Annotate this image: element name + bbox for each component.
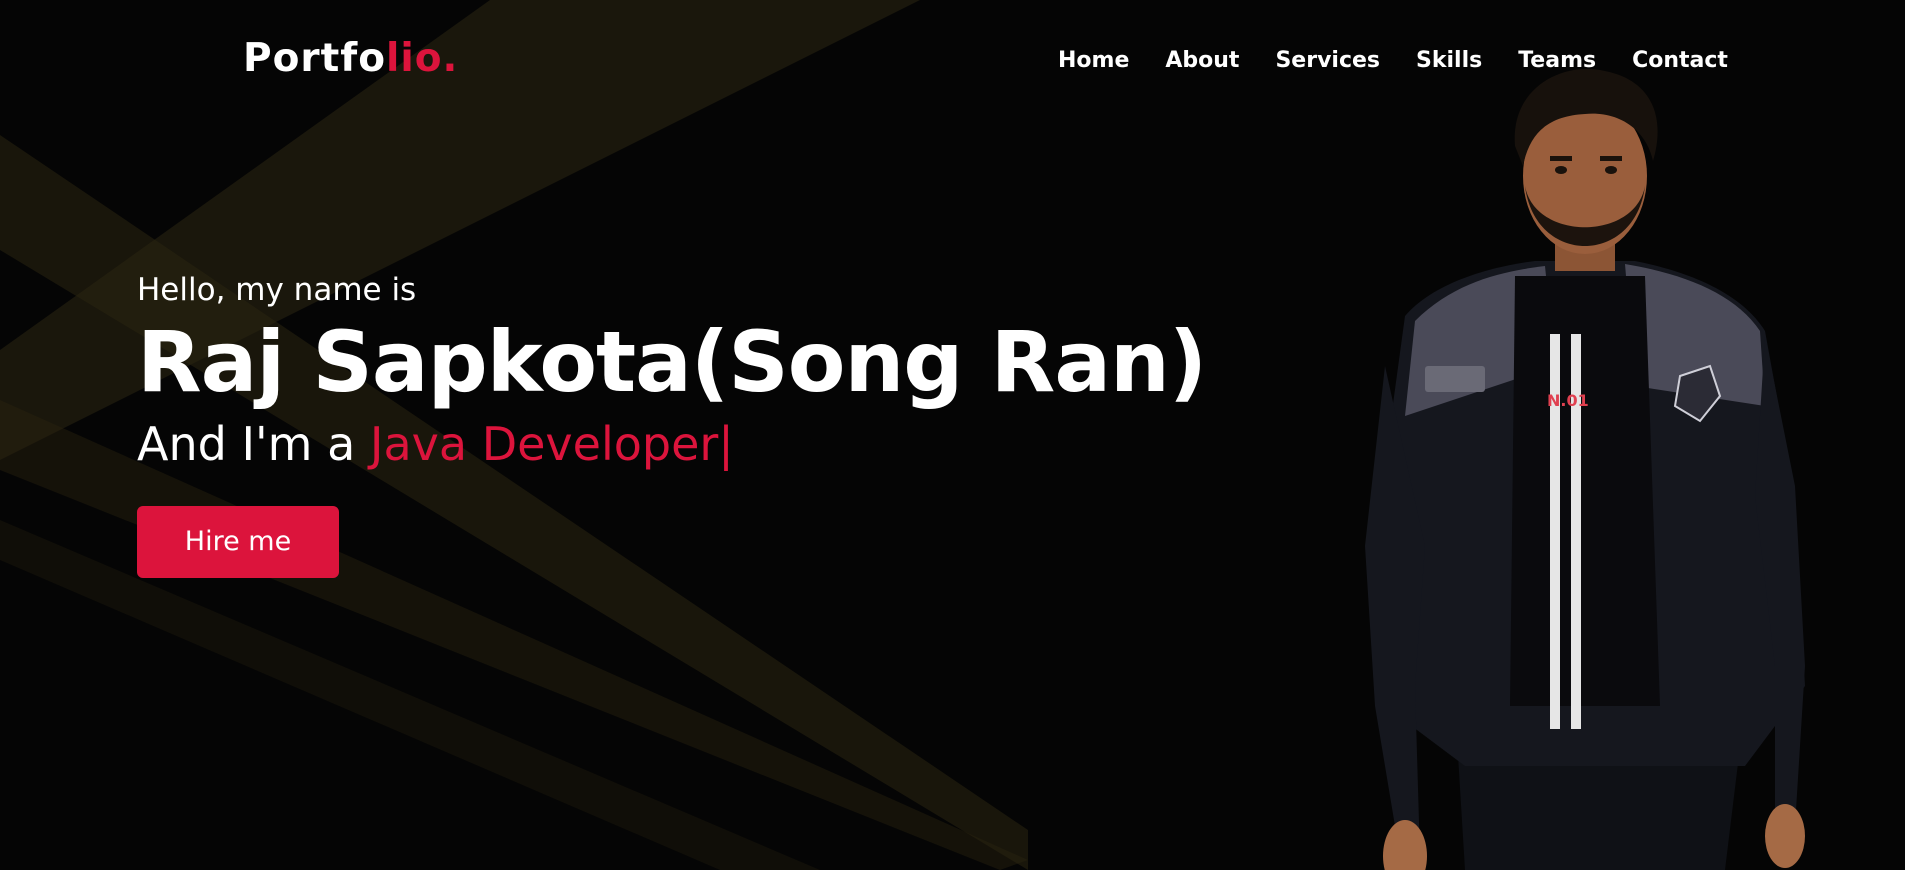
typing-cursor: | (718, 417, 734, 471)
greeting-text: Hello, my name is (137, 272, 417, 308)
profile-photo: N.01 (1365, 68, 1805, 870)
logo-main: Portfo (243, 36, 387, 81)
hero-content: Hello, my name is Raj Sapkota(Song Ran) … (137, 268, 1207, 578)
hero-name: Raj Sapkota(Song Ran) (137, 313, 1207, 411)
logo[interactable]: Portfolio. (243, 36, 458, 81)
role-typed-text: Java Developer (369, 417, 719, 471)
hire-me-button[interactable]: Hire me (137, 506, 339, 578)
nav-item-about[interactable]: About (1165, 48, 1239, 73)
nav-item-home[interactable]: Home (1058, 48, 1129, 73)
logo-accent: lio. (386, 36, 459, 81)
role-line: And I'm a Java Developer| (137, 412, 1206, 476)
svg-text:N.01: N.01 (1547, 391, 1589, 410)
role-prefix: And I'm a (137, 417, 370, 471)
hero-page: Portfolio. Home About Services Skills Te… (0, 0, 1905, 870)
